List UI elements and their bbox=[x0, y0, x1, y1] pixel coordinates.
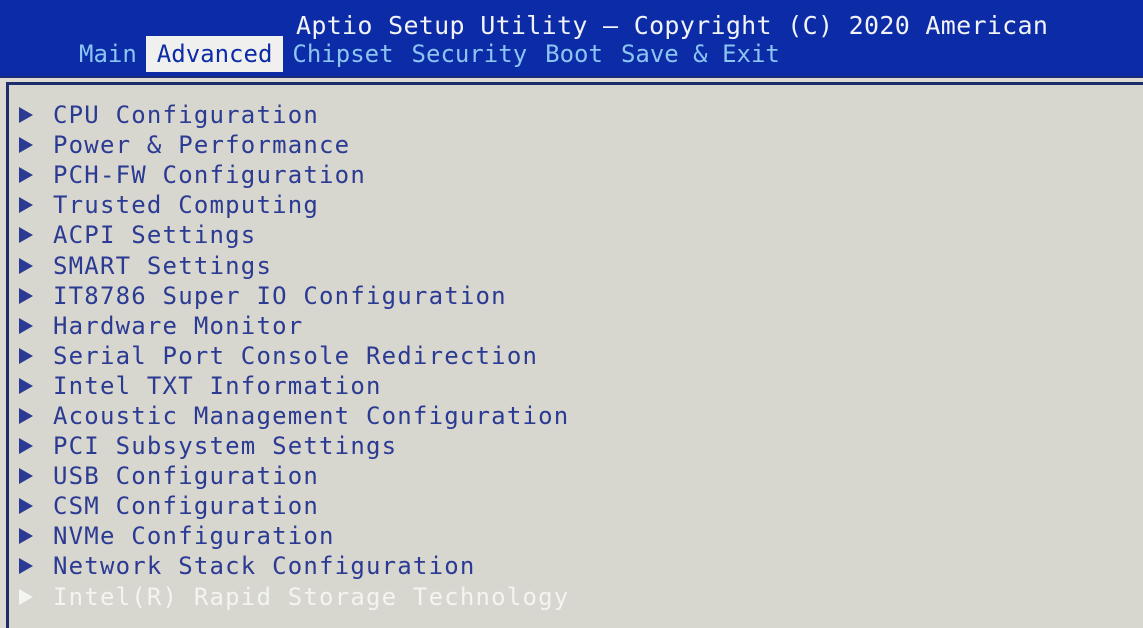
tab-advanced[interactable]: Advanced bbox=[145, 36, 284, 72]
menu-item-acoustic-management-configuration[interactable]: Acoustic Management Configuration bbox=[17, 401, 569, 431]
tab-save-exit[interactable]: Save & Exit bbox=[612, 36, 789, 72]
menu-item-label: Intel(R) Rapid Storage Technology bbox=[53, 582, 570, 611]
menu-item-label: Serial Port Console Redirection bbox=[53, 341, 539, 370]
menu-item-label: PCI Subsystem Settings bbox=[53, 432, 398, 461]
menu-item-super-io-configuration[interactable]: IT8786 Super IO Configuration bbox=[17, 281, 569, 311]
menu-item-serial-port-console-redirection[interactable]: Serial Port Console Redirection bbox=[17, 341, 569, 371]
menu-item-smart-settings[interactable]: SMART Settings bbox=[17, 250, 569, 280]
bios-screen: Aptio Setup Utility – Copyright (C) 2020… bbox=[0, 0, 1143, 628]
submenu-arrow-icon bbox=[19, 137, 33, 154]
menu-item-label: PCH-FW Configuration bbox=[53, 161, 366, 190]
menu-item-label: Intel TXT Information bbox=[53, 371, 382, 400]
header-bar: Aptio Setup Utility – Copyright (C) 2020… bbox=[0, 0, 1143, 78]
menu-item-label: ACPI Settings bbox=[53, 221, 257, 250]
menu-item-label: Network Stack Configuration bbox=[53, 552, 476, 581]
menu-item-label: Trusted Computing bbox=[53, 191, 320, 220]
menu-item-label: SMART Settings bbox=[53, 251, 273, 280]
menu-item-pch-fw-configuration[interactable]: PCH-FW Configuration bbox=[17, 160, 569, 190]
menu-item-label: CPU Configuration bbox=[53, 101, 320, 130]
tab-main[interactable]: Main bbox=[70, 36, 146, 72]
advanced-menu-list: CPU Configuration Power & Performance PC… bbox=[17, 100, 569, 612]
menu-item-label: Acoustic Management Configuration bbox=[53, 401, 570, 430]
menu-item-label: USB Configuration bbox=[53, 462, 320, 491]
tab-bar: Main Advanced Chipset Security Boot Save… bbox=[70, 36, 789, 72]
menu-item-csm-configuration[interactable]: CSM Configuration bbox=[17, 491, 569, 521]
menu-item-label: NVMe Configuration bbox=[53, 522, 335, 551]
submenu-arrow-icon bbox=[19, 407, 33, 424]
submenu-arrow-icon bbox=[19, 167, 33, 184]
menu-item-label: IT8786 Super IO Configuration bbox=[53, 281, 507, 310]
submenu-arrow-icon bbox=[19, 498, 33, 515]
submenu-arrow-icon bbox=[19, 227, 33, 244]
tab-security[interactable]: Security bbox=[403, 36, 537, 72]
submenu-arrow-icon bbox=[19, 558, 33, 575]
tab-chipset[interactable]: Chipset bbox=[283, 36, 402, 72]
submenu-arrow-icon bbox=[19, 528, 33, 545]
menu-item-label: Hardware Monitor bbox=[53, 311, 304, 340]
submenu-arrow-icon bbox=[19, 347, 33, 364]
menu-item-hardware-monitor[interactable]: Hardware Monitor bbox=[17, 311, 569, 341]
menu-item-cpu-configuration[interactable]: CPU Configuration bbox=[17, 100, 569, 130]
menu-item-network-stack-configuration[interactable]: Network Stack Configuration bbox=[17, 551, 569, 581]
tab-boot[interactable]: Boot bbox=[536, 36, 612, 72]
submenu-arrow-icon bbox=[19, 197, 33, 214]
menu-item-label: CSM Configuration bbox=[53, 492, 320, 521]
submenu-arrow-icon bbox=[19, 107, 33, 124]
menu-item-acpi-settings[interactable]: ACPI Settings bbox=[17, 220, 569, 250]
submenu-arrow-icon bbox=[19, 438, 33, 455]
menu-item-trusted-computing[interactable]: Trusted Computing bbox=[17, 190, 569, 220]
menu-item-intel-rapid-storage-technology[interactable]: Intel(R) Rapid Storage Technology bbox=[17, 582, 569, 612]
submenu-arrow-icon bbox=[19, 257, 33, 274]
menu-item-nvme-configuration[interactable]: NVMe Configuration bbox=[17, 521, 569, 551]
menu-item-power-performance[interactable]: Power & Performance bbox=[17, 130, 569, 160]
menu-item-usb-configuration[interactable]: USB Configuration bbox=[17, 461, 569, 491]
submenu-arrow-icon bbox=[19, 287, 33, 304]
submenu-arrow-icon bbox=[19, 317, 33, 334]
submenu-arrow-icon bbox=[19, 468, 33, 485]
menu-item-intel-txt-information[interactable]: Intel TXT Information bbox=[17, 371, 569, 401]
submenu-arrow-icon bbox=[19, 377, 33, 394]
submenu-arrow-icon bbox=[19, 588, 33, 605]
menu-item-pci-subsystem-settings[interactable]: PCI Subsystem Settings bbox=[17, 431, 569, 461]
menu-item-label: Power & Performance bbox=[53, 131, 351, 160]
advanced-menu-panel: CPU Configuration Power & Performance PC… bbox=[6, 82, 1143, 628]
